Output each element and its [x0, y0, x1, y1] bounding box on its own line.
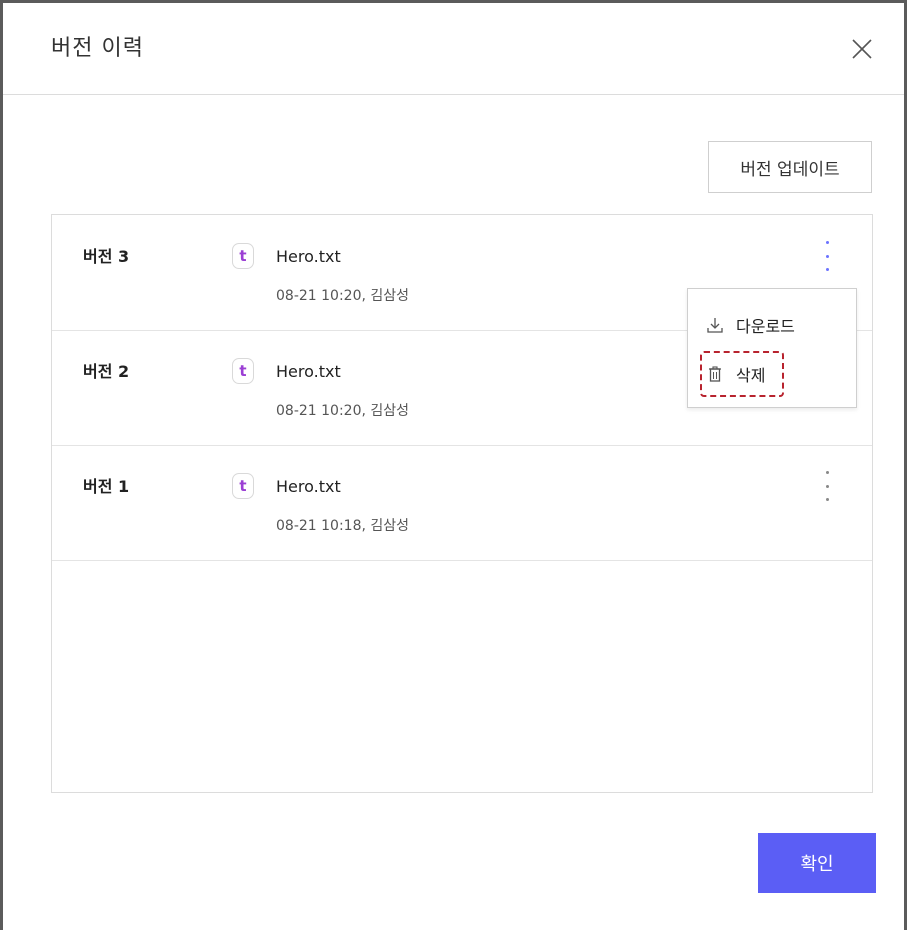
- version-history-dialog: 버전 이력 버전 업데이트 버전 3 t Hero.txt 08-21 10:2…: [0, 0, 907, 930]
- file-name[interactable]: Hero.txt: [276, 362, 341, 381]
- menu-item-delete[interactable]: 삭제: [688, 352, 856, 396]
- menu-item-label: 삭제: [736, 366, 766, 385]
- close-icon[interactable]: [850, 37, 874, 61]
- more-options-icon[interactable]: [822, 241, 832, 271]
- version-label: 버전 2: [83, 362, 130, 381]
- confirm-button[interactable]: 확인: [758, 833, 876, 893]
- text-file-icon: t: [232, 473, 254, 499]
- version-context-menu: 다운로드 삭제: [687, 288, 857, 408]
- file-name[interactable]: Hero.txt: [276, 247, 341, 266]
- dialog-title: 버전 이력: [51, 36, 144, 61]
- version-meta: 08-21 10:18, 김삼성: [276, 518, 410, 534]
- dialog-header: 버전 이력: [3, 3, 904, 95]
- version-meta: 08-21 10:20, 김삼성: [276, 403, 410, 419]
- trash-icon: [706, 365, 724, 383]
- download-icon: [706, 316, 724, 334]
- text-file-icon: t: [232, 358, 254, 384]
- menu-item-download[interactable]: 다운로드: [688, 303, 856, 347]
- text-file-icon: t: [232, 243, 254, 269]
- version-label: 버전 1: [83, 477, 130, 496]
- version-row: 버전 1 t Hero.txt 08-21 10:18, 김삼성: [52, 445, 872, 561]
- version-meta: 08-21 10:20, 김삼성: [276, 288, 410, 304]
- more-options-icon[interactable]: [822, 471, 832, 501]
- version-label: 버전 3: [83, 247, 130, 266]
- file-name[interactable]: Hero.txt: [276, 477, 341, 496]
- version-update-button[interactable]: 버전 업데이트: [708, 141, 872, 193]
- menu-item-label: 다운로드: [736, 317, 795, 336]
